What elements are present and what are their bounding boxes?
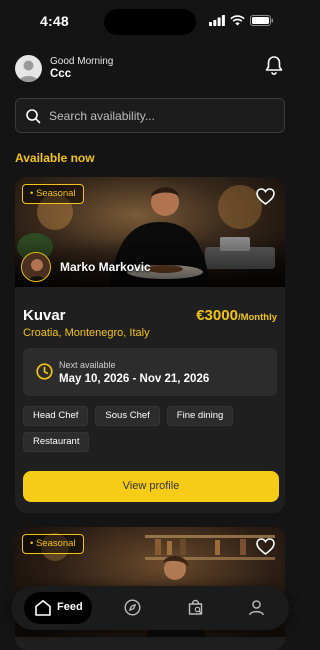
notification-bell-icon[interactable] [265, 55, 283, 75]
compass-icon[interactable] [124, 599, 141, 616]
price-unit: /Monthly [237, 312, 277, 323]
listing-photo: • Seasonal Marko Markovic [15, 177, 285, 287]
chef-avatar [21, 252, 51, 282]
job-price: €3000/Monthly [196, 307, 277, 324]
dynamic-island [104, 9, 196, 35]
section-title-available-now: Available now [15, 151, 95, 165]
signal-icon [209, 15, 225, 26]
tag-restaurant: Restaurant [23, 432, 90, 452]
seasonal-badge: • Seasonal [22, 534, 84, 554]
user-name: Ccc [50, 68, 72, 80]
skill-tags: Head Chef Sous Chef Fine dining Restaura… [23, 406, 279, 452]
greeting-text: Good Morning [50, 56, 114, 67]
profile-icon[interactable] [248, 599, 265, 616]
person-placeholder-icon [19, 60, 38, 82]
status-bar: 4:48 [0, 0, 300, 44]
home-icon [35, 600, 51, 616]
favorite-heart-icon[interactable] [256, 538, 275, 555]
favorite-heart-icon[interactable] [256, 188, 275, 205]
listing-card[interactable]: • Seasonal Marko Markovic Kuvar Croatia,… [15, 177, 285, 513]
next-available-box: Next available May 10, 2026 - Nov 21, 20… [23, 348, 277, 396]
tab-feed-label: Feed [57, 601, 83, 613]
search-input[interactable]: Search availability... [15, 98, 285, 133]
tab-feed[interactable]: Feed [24, 592, 92, 624]
greeting-header: Good Morning Ccc [15, 55, 285, 85]
bag-search-icon[interactable] [187, 599, 204, 616]
battery-icon [250, 15, 274, 26]
chef-name: Marko Markovic [60, 260, 151, 274]
tag-head-chef: Head Chef [23, 406, 89, 426]
job-title: Kuvar [23, 307, 66, 324]
wifi-icon [230, 15, 245, 26]
clock-icon [36, 363, 53, 380]
price-amount: €3000 [196, 307, 238, 324]
tag-sous-chef: Sous Chef [95, 406, 160, 426]
next-available-label: Next available [59, 360, 116, 370]
job-location: Croatia, Montenegro, Italy [23, 327, 150, 339]
user-avatar[interactable] [15, 55, 42, 82]
search-placeholder: Search availability... [49, 109, 155, 123]
view-profile-button[interactable]: View profile [23, 471, 279, 502]
status-icons [209, 15, 274, 26]
bottom-tab-bar: Feed [11, 586, 289, 630]
next-available-dates: May 10, 2026 - Nov 21, 2026 [59, 373, 210, 385]
seasonal-badge: • Seasonal [22, 184, 84, 204]
tag-fine-dining: Fine dining [166, 406, 234, 426]
search-icon [26, 109, 41, 124]
status-time: 4:48 [40, 13, 69, 29]
